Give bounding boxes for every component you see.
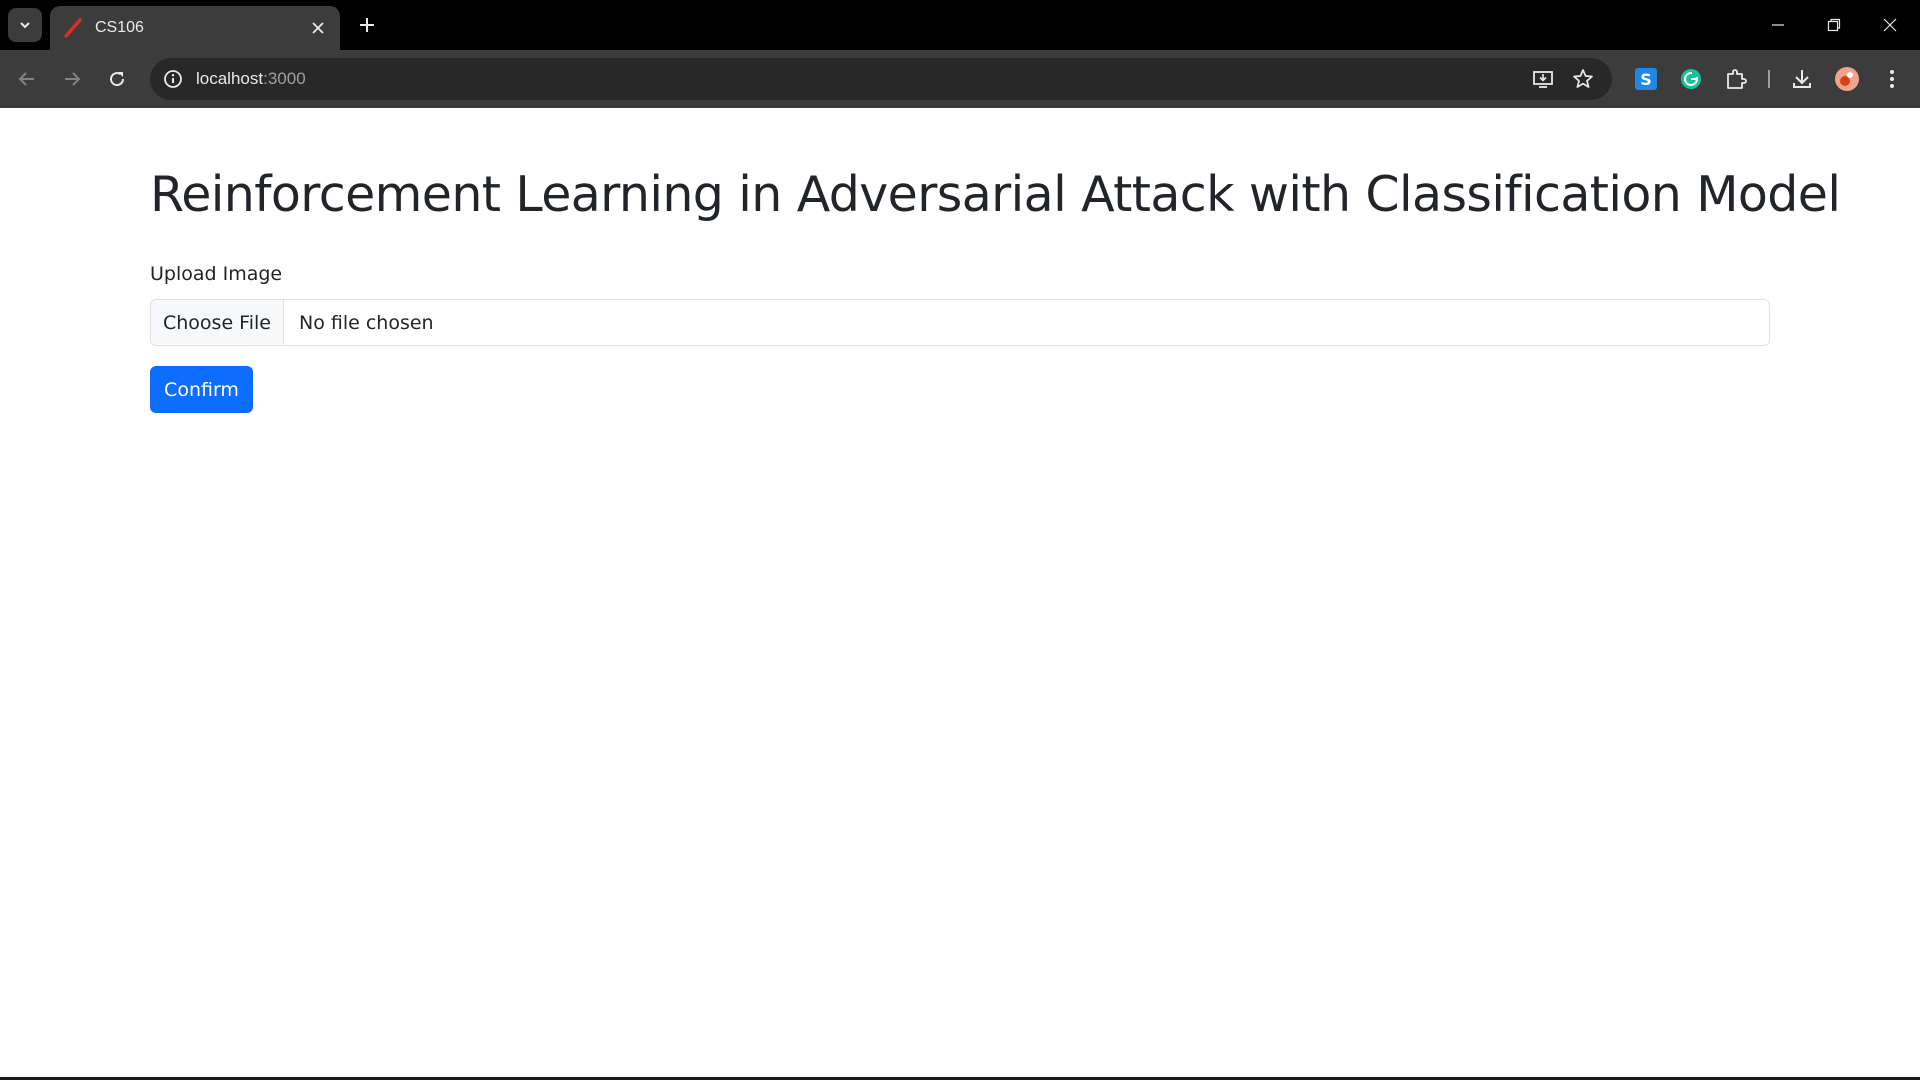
reload-icon [110, 72, 125, 87]
restore-button[interactable] [1806, 0, 1862, 50]
install-app-icon[interactable] [1530, 66, 1556, 92]
toolbar-divider [1768, 70, 1770, 88]
address-bar[interactable]: localhost:3000 [150, 58, 1612, 100]
restore-icon [1827, 18, 1841, 32]
file-input[interactable]: Choose File No file chosen [150, 299, 1770, 346]
file-status-text: No file chosen [299, 311, 434, 334]
reload-button[interactable] [99, 61, 135, 97]
info-icon[interactable] [160, 66, 186, 92]
close-icon[interactable] [306, 16, 330, 40]
back-button[interactable] [9, 61, 45, 97]
forward-arrow-icon [65, 72, 81, 86]
grammarly-icon[interactable] [1677, 65, 1705, 93]
upload-label: Upload Image [150, 263, 283, 285]
chevron-down-icon [20, 22, 30, 29]
url-host: localhost [196, 69, 264, 88]
tab-title: CS106 [95, 19, 144, 36]
confirm-button[interactable]: Confirm [150, 366, 253, 413]
new-tab-button[interactable] [352, 10, 382, 40]
tab-search-button[interactable] [8, 8, 42, 42]
star-icon[interactable] [1570, 66, 1596, 92]
url-port: :3000 [263, 69, 306, 88]
svg-text:S: S [1640, 70, 1652, 89]
url-text: localhost:3000 [196, 69, 306, 89]
page-title: Reinforcement Learning in Adversarial At… [150, 166, 1841, 223]
forward-button[interactable] [54, 61, 90, 97]
slash-favicon-icon [63, 18, 83, 38]
tab-strip: CS106 [0, 0, 1920, 50]
close-window-button[interactable] [1862, 0, 1918, 50]
s-extension-icon[interactable]: S [1632, 65, 1660, 93]
choose-file-button[interactable]: Choose File [151, 300, 284, 345]
puzzle-icon[interactable] [1722, 65, 1750, 93]
back-arrow-icon [18, 72, 34, 86]
download-icon[interactable] [1788, 65, 1816, 93]
active-tab[interactable]: CS106 [50, 6, 340, 50]
minimize-button[interactable] [1750, 0, 1806, 50]
minimize-icon [1772, 24, 1784, 26]
browser-toolbar: localhost:3000 S [0, 50, 1920, 108]
more-vert-icon[interactable] [1878, 65, 1906, 93]
avatar[interactable] [1833, 65, 1861, 93]
plus-icon [360, 18, 374, 32]
close-icon [1883, 18, 1897, 32]
